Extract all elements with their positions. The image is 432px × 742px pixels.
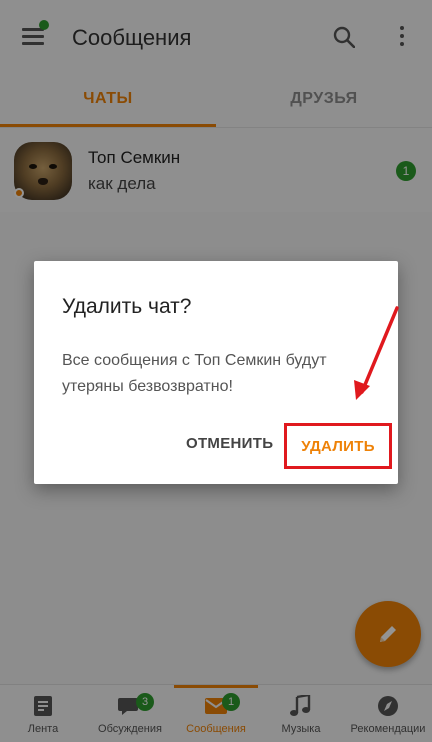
dialog-message: Все сообщения с Топ Семкин будут утеряны… <box>62 352 327 395</box>
delete-button[interactable]: УДАЛИТЬ <box>284 423 392 469</box>
dialog-title: Удалить чат? <box>62 295 192 318</box>
cancel-button[interactable]: ОТМЕНИТЬ <box>186 435 273 452</box>
annotation-arrow-icon <box>354 306 399 400</box>
